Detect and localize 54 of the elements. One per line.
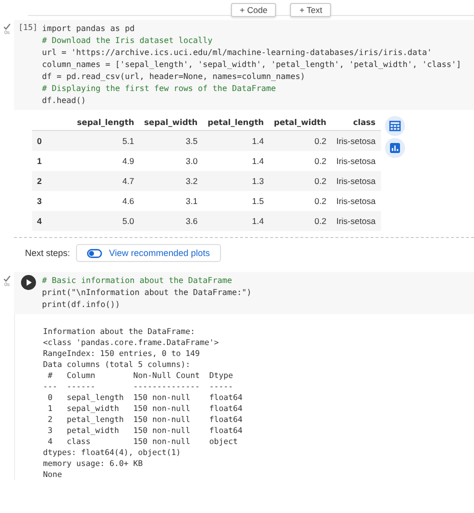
table-cell: 0.2	[314, 156, 326, 166]
table-cell: 3.5	[186, 136, 198, 146]
table-cell: 1.5	[252, 196, 264, 206]
table-cell: 5.1	[122, 136, 134, 146]
add-cell-button[interactable]: + Text	[290, 3, 332, 17]
column-header: petal_length	[208, 118, 264, 127]
table-cell: Iris-setosa	[336, 196, 376, 206]
table-cell: 1.3	[252, 176, 264, 186]
table-cell: 1.4	[252, 156, 264, 166]
row-index: 4	[37, 216, 42, 226]
table-cell: Iris-setosa	[336, 176, 376, 186]
table-cell: 4.6	[122, 196, 134, 206]
code-line: url = 'https://archive.ics.uci.edu/ml/machine-learning-databases/iris/iris.data'	[42, 46, 432, 58]
bar-chart-icon[interactable]	[384, 138, 405, 158]
execution-count: [15]	[18, 23, 38, 32]
code-comment: # Displaying the first few rows of the DataFrame	[42, 82, 276, 94]
table-cell: 4.9	[122, 156, 134, 166]
column-header: sepal_width	[144, 118, 198, 127]
next-steps-label: Next steps:	[25, 248, 70, 258]
add-cell-button[interactable]: + Code	[230, 3, 276, 17]
table-cell: 3.6	[186, 216, 198, 226]
toggle-icon	[87, 248, 102, 258]
recommended-plots-button[interactable]: View recommended plots	[76, 244, 221, 262]
row-index: 1	[37, 156, 42, 166]
table-cell: 4.7	[122, 176, 134, 186]
code-line: print("\nInformation about the DataFrame:")	[42, 286, 252, 298]
row-index: 0	[37, 136, 42, 146]
code-line: column_names = ['sepal_length', 'sepal_width', 'petal_length', 'petal_width', 'class']	[42, 58, 462, 70]
table-cell: Iris-setosa	[336, 156, 376, 166]
table-cell: 1.4	[252, 216, 264, 226]
table-cell: 3.1	[186, 196, 198, 206]
code-line: df = pd.read_csv(url, header=None, names=column_names)	[42, 70, 306, 82]
table-cell: 0.2	[314, 216, 326, 226]
run-icon[interactable]	[20, 275, 36, 290]
table-cell: 0.2	[314, 196, 326, 206]
table-cell: 3.2	[186, 176, 198, 186]
table-cell: Iris-setosa	[336, 216, 376, 226]
code-comment: # Download the Iris dataset locally	[42, 34, 213, 46]
code-comment: # Basic information about the DataFrame	[42, 274, 232, 286]
code-line: import pandas as pd	[42, 22, 135, 34]
column-header: class	[353, 118, 376, 127]
row-index: 3	[37, 196, 42, 206]
table-cell: 0.2	[314, 136, 326, 146]
code-line: print(df.info())	[42, 298, 120, 310]
table-cell: 3.0	[186, 156, 198, 166]
table-cell: 5.0	[122, 216, 134, 226]
table-cell: 0.2	[314, 176, 326, 186]
table-cell: 1.4	[252, 136, 264, 146]
column-header: sepal_length	[77, 118, 134, 127]
table-cell: Iris-setosa	[336, 136, 376, 146]
column-header: petal_width	[274, 118, 326, 127]
row-index: 2	[37, 176, 42, 186]
code-line: df.head()	[42, 94, 86, 106]
table-icon[interactable]	[384, 116, 405, 136]
